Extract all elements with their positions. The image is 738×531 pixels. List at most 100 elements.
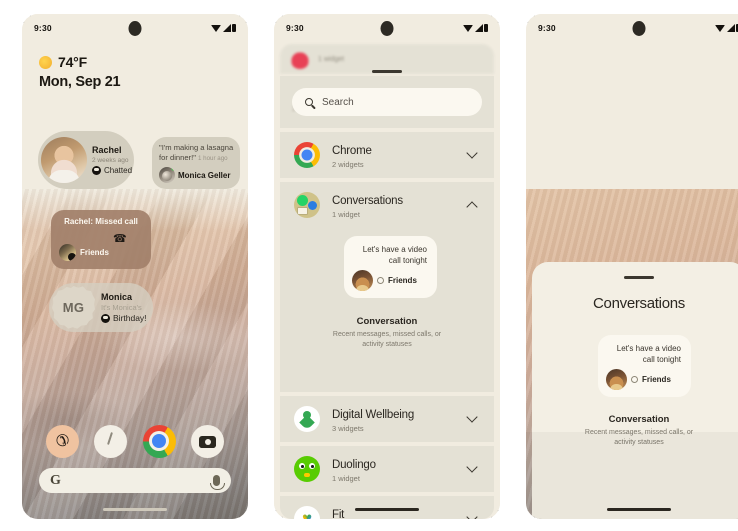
presence-badge-icon: [631, 376, 638, 383]
search-input[interactable]: Search: [292, 88, 482, 116]
chrome-widget-count: 2 widgets: [332, 160, 364, 169]
wifi-icon: [211, 24, 221, 32]
chrome-icon: [294, 142, 320, 168]
presence-badge-icon: [377, 277, 384, 284]
search-placeholder: Search: [322, 96, 354, 108]
sheet-title: Conversations: [593, 295, 685, 312]
picker-row-chrome[interactable]: Chrome 2 widgets: [280, 132, 494, 178]
preview-description: Recent messages, missed calls, or activi…: [332, 331, 442, 348]
digital-wellbeing-icon: [294, 406, 320, 432]
status-icons: [715, 23, 738, 33]
sheet-grab-handle[interactable]: [624, 276, 654, 279]
clock-icon[interactable]: [94, 424, 128, 458]
preview-group-label: Friends: [388, 276, 417, 285]
chrome-row-text: Chrome 2 widgets: [332, 141, 468, 169]
phone-home-screen: 9:30 74°F Mon, Sep 21 Rachel 2 weeks ago…: [22, 14, 248, 519]
conversations-row-text: Conversations 1 widget: [332, 191, 468, 219]
widget-preview-card[interactable]: Let's have a video call tonight Friends: [344, 236, 437, 298]
signal-icon: [474, 24, 483, 32]
rachel-avatar: [41, 137, 87, 183]
widget-preview-card[interactable]: Let's have a video call tonight Friends: [598, 335, 691, 397]
widget-conversation-monica-birthday[interactable]: MG Monica It's Monica's Birthday!: [49, 283, 153, 332]
friends-label: Friends: [80, 248, 109, 257]
status-icons: [211, 23, 236, 33]
monica-name: Monica: [101, 291, 133, 302]
digital-wellbeing-name: Digital Wellbeing: [332, 409, 415, 421]
rachel-status-label: Chatted: [104, 165, 133, 175]
rachel-timestamp: 2 weeks ago: [92, 156, 129, 164]
preview-title: Conversation: [356, 316, 418, 327]
signal-icon: [222, 24, 231, 32]
preview-group-row: Friends: [352, 270, 427, 291]
google-search-widget[interactable]: G: [39, 468, 231, 493]
temperature-label: 74°F: [58, 54, 87, 70]
widget-missed-call[interactable]: Rachel: Missed call ☎ Friends: [51, 210, 151, 269]
fit-icon: [294, 506, 320, 519]
missed-call-icon: ☎: [113, 233, 127, 245]
chevron-up-icon[interactable]: [466, 200, 478, 213]
fit-name: Fit: [332, 509, 345, 519]
monica-geller-row: Monica Geller: [159, 167, 234, 183]
sheet-grab-handle[interactable]: [372, 70, 402, 73]
missed-call-title: Rachel: Missed call: [64, 217, 138, 226]
microphone-icon[interactable]: [210, 475, 225, 490]
monica-geller-message: "I'm making a lasagna for dinner!" 1 hou…: [159, 143, 234, 164]
monica-geller-timestamp: 1 hour ago: [198, 155, 228, 162]
duolingo-name: Duolingo: [332, 459, 376, 471]
phone-icon[interactable]: [45, 424, 79, 458]
weather-widget[interactable]: 74°F: [39, 54, 87, 70]
status-bar: 9:30: [22, 14, 248, 40]
camera-icon[interactable]: [191, 424, 225, 458]
nav-gesture-pill[interactable]: [355, 508, 419, 511]
nav-gesture-pill[interactable]: [607, 508, 671, 511]
widget-conversation-monica-geller[interactable]: "I'm making a lasagna for dinner!" 1 hou…: [152, 137, 240, 189]
peek-widget-count: 1 widget: [318, 55, 345, 63]
monica-status-label: Birthday!: [113, 312, 147, 323]
friends-avatar: [59, 244, 76, 261]
camera-punch-hole: [632, 21, 646, 36]
chevron-down-icon[interactable]: [466, 411, 478, 423]
monica-subtitle: It's Monica's: [101, 302, 142, 312]
monica-geller-avatar: [159, 167, 175, 183]
status-bar: 9:30: [274, 14, 500, 40]
phone-widget-picker: 9:30 1 widget 2 widgets Search: [274, 14, 500, 519]
phone-widget-detail: 9:30 Conversations Let's have a video ca…: [526, 14, 738, 519]
nav-gesture-pill[interactable]: [103, 508, 167, 511]
sun-icon: [39, 55, 52, 69]
app-dock: [22, 418, 248, 464]
status-time: 9:30: [538, 23, 556, 33]
widget-picker-sheet: 2 widgets Search Chrome 2 widgets: [280, 76, 494, 519]
picker-row-digital-wellbeing[interactable]: Digital Wellbeing 3 widgets: [280, 396, 494, 442]
digital-wellbeing-widget-count: 3 widgets: [332, 424, 364, 433]
picker-row-conversations[interactable]: Conversations 1 widget: [280, 182, 494, 228]
chrome-icon[interactable]: [142, 424, 176, 458]
duolingo-icon: [294, 456, 320, 482]
preview-meta: Conversation Recent messages, missed cal…: [280, 316, 494, 349]
friends-avatar: [352, 270, 373, 291]
battery-icon: [232, 23, 236, 33]
preview-group-label: Friends: [642, 375, 671, 384]
google-g-icon: G: [50, 472, 61, 488]
signal-icon: [726, 24, 735, 32]
conversations-icon: [294, 192, 320, 218]
picker-row-duolingo[interactable]: Duolingo 1 widget: [280, 446, 494, 492]
chevron-down-icon[interactable]: [466, 147, 478, 159]
chevron-down-icon[interactable]: [466, 461, 478, 473]
duolingo-widget-count: 1 widget: [332, 474, 360, 483]
wifi-icon: [463, 24, 473, 32]
date-label: Mon, Sep 21: [39, 74, 121, 90]
monica-geller-name: Monica Geller: [178, 170, 231, 180]
preview-message: Let's have a video call tonight: [362, 245, 427, 265]
widget-conversation-rachel[interactable]: Rachel 2 weeks ago Chatted: [38, 131, 134, 189]
preview-message: Let's have a video call tonight: [616, 344, 681, 364]
search-icon: [305, 98, 313, 106]
duolingo-row-text: Duolingo 1 widget: [332, 455, 468, 483]
status-time: 9:30: [34, 23, 52, 33]
chrome-name: Chrome: [332, 145, 372, 157]
chevron-down-icon[interactable]: [466, 511, 478, 519]
preview-title: Conversation: [608, 414, 670, 425]
missed-call-group: Friends: [59, 244, 109, 261]
cake-icon: [101, 313, 110, 323]
duolingo-eyes-icon: [301, 465, 304, 468]
peek-app-icon: [290, 49, 310, 69]
